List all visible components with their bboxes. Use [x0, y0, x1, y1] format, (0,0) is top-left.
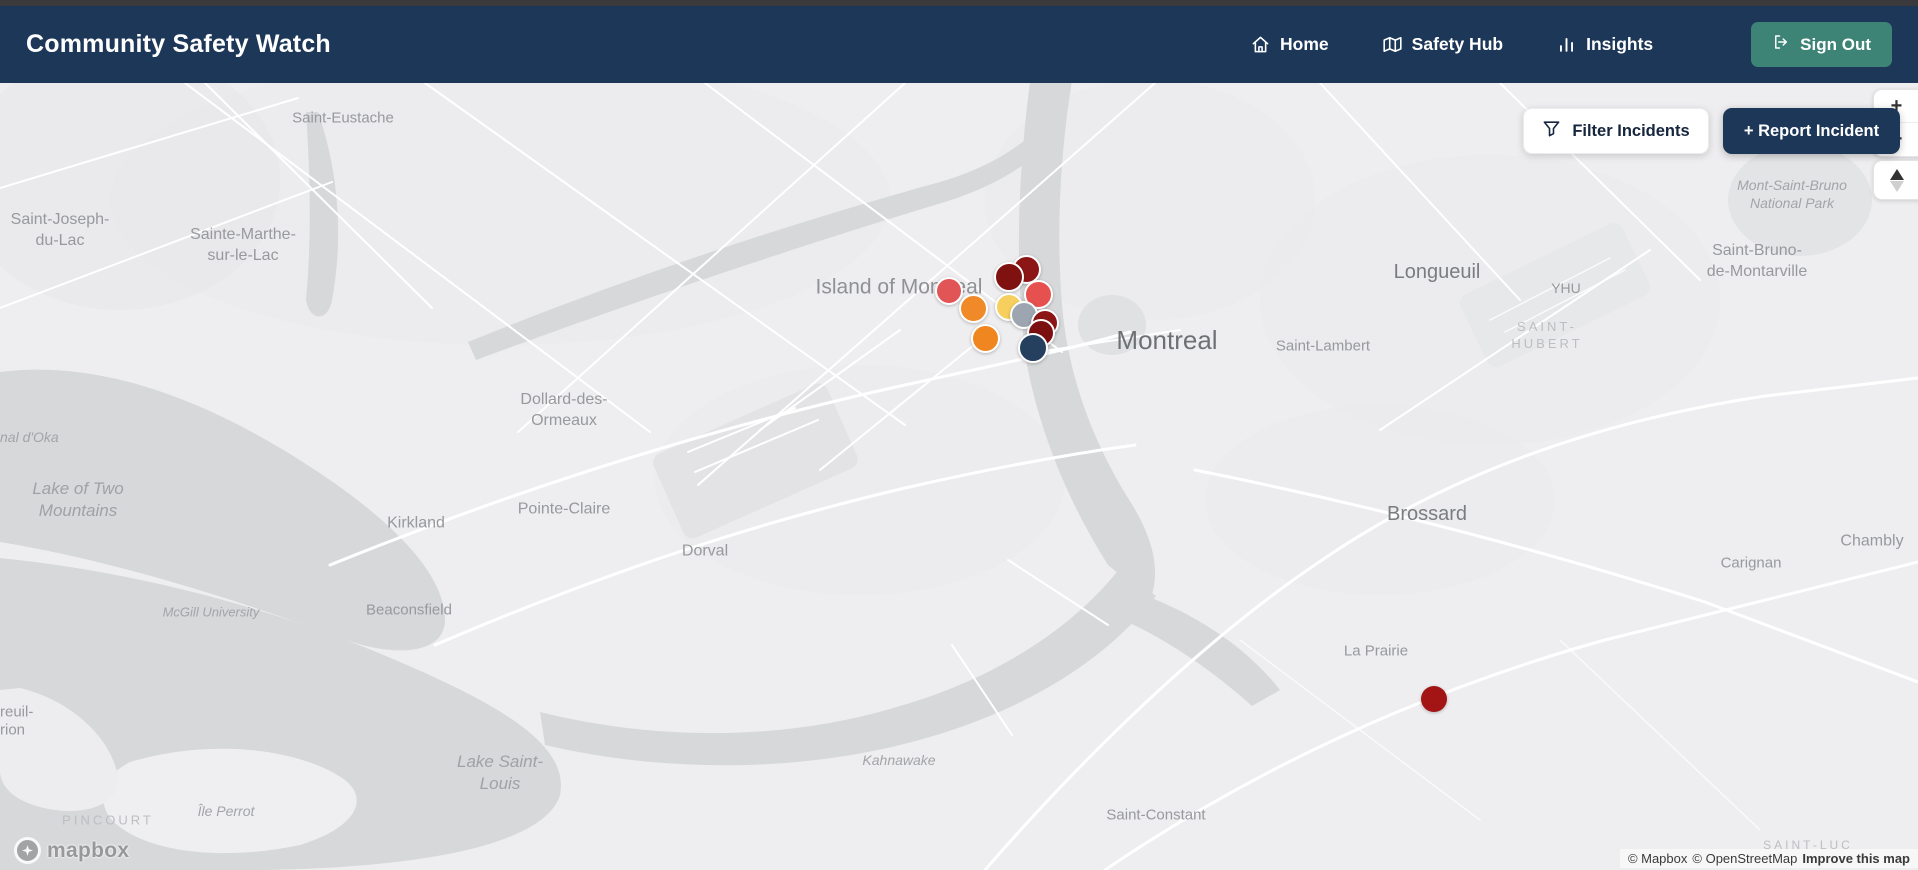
- funnel-icon: [1542, 119, 1561, 143]
- nav-item-home[interactable]: Home: [1251, 34, 1329, 55]
- home-icon: [1251, 35, 1270, 54]
- bar-chart-icon: [1557, 35, 1576, 54]
- sign-out-icon: [1772, 33, 1790, 56]
- compass-control[interactable]: [1873, 160, 1918, 200]
- sign-out-label: Sign Out: [1800, 34, 1871, 54]
- report-incident-button[interactable]: + Report Incident: [1723, 108, 1900, 154]
- incident-marker[interactable]: [935, 277, 963, 305]
- filter-incidents-button[interactable]: Filter Incidents: [1523, 108, 1709, 154]
- incident-marker[interactable]: [1018, 333, 1048, 363]
- sign-out-button[interactable]: Sign Out: [1751, 22, 1892, 67]
- compass-north-icon: [1889, 168, 1904, 180]
- nav-item-label: Insights: [1586, 34, 1654, 54]
- incident-marker[interactable]: [1421, 686, 1447, 712]
- attribution-mapbox-link[interactable]: © Mapbox: [1628, 851, 1687, 866]
- app-header: Community Safety Watch Home Safety Hub I…: [0, 6, 1918, 83]
- filter-incidents-label: Filter Incidents: [1572, 121, 1690, 140]
- mapbox-wordmark: mapbox: [47, 838, 130, 862]
- mapbox-logo[interactable]: mapbox: [14, 837, 129, 864]
- report-incident-label: + Report Incident: [1743, 121, 1880, 140]
- incident-marker[interactable]: [958, 293, 988, 323]
- mapbox-pin-icon: [14, 837, 41, 864]
- map-attribution: © Mapbox © OpenStreetMap Improve this ma…: [1619, 849, 1918, 868]
- main-nav: Home Safety Hub Insights Sign Out: [1251, 22, 1892, 67]
- nav-item-label: Safety Hub: [1411, 34, 1504, 54]
- improve-map-link[interactable]: Improve this map: [1802, 851, 1910, 866]
- app-title: Community Safety Watch: [26, 30, 331, 58]
- app-window: Saint-Eustache Saint-Joseph- du-Lac Sainte…: [0, 0, 1918, 870]
- compass-south-icon: [1889, 180, 1904, 192]
- nav-item-label: Home: [1280, 34, 1329, 54]
- nav-item-insights[interactable]: Insights: [1557, 34, 1653, 55]
- incident-marker[interactable]: [970, 323, 1000, 353]
- attribution-osm-link[interactable]: © OpenStreetMap: [1692, 851, 1797, 866]
- map-icon: [1383, 35, 1402, 54]
- nav-item-safety-hub[interactable]: Safety Hub: [1383, 34, 1503, 55]
- incident-marker[interactable]: [994, 262, 1024, 292]
